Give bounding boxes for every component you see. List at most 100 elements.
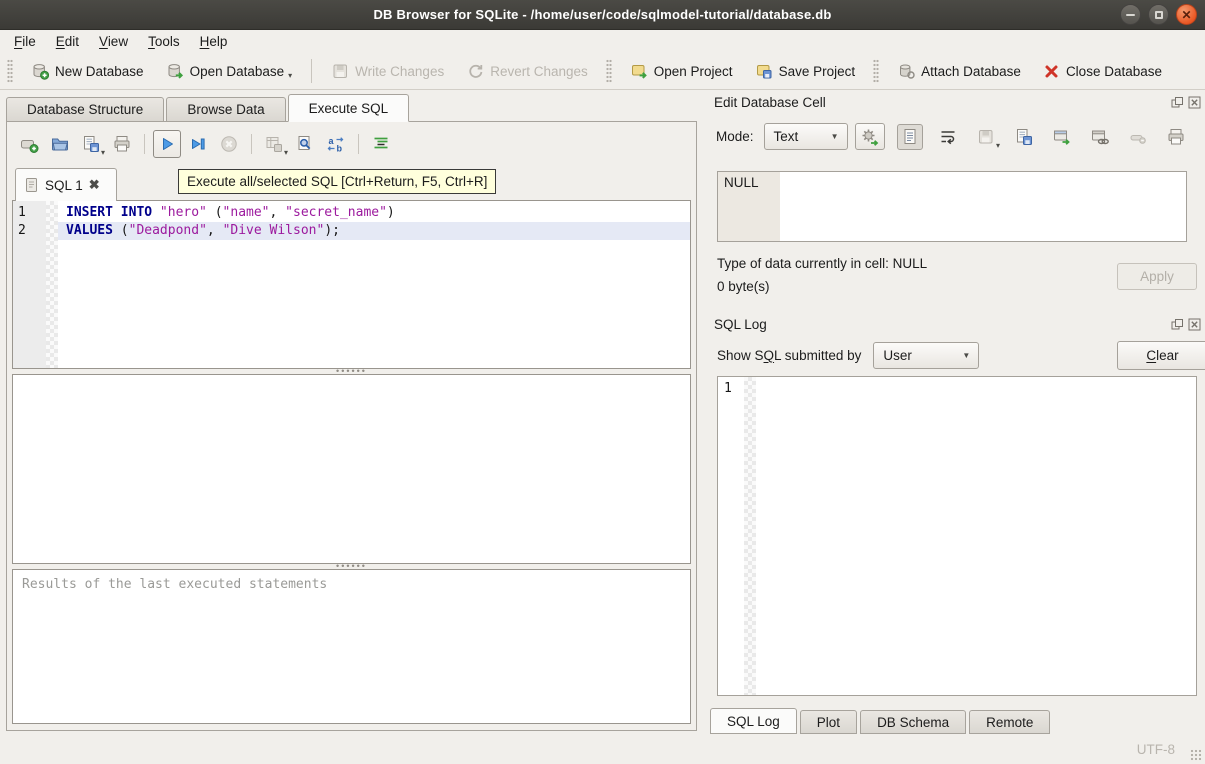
apply-auto-button[interactable] <box>855 123 885 150</box>
results-grid-pane <box>12 374 691 564</box>
print-sql-button[interactable] <box>108 130 136 158</box>
tab-browse-data[interactable]: Browse Data <box>166 97 285 122</box>
menubar: File Edit View Tools Help <box>0 30 1205 53</box>
toolbar-separator <box>311 59 312 83</box>
sql-tab-label: SQL 1 <box>45 178 83 193</box>
find-replace-button[interactable]: a b <box>322 130 350 158</box>
resize-grip-icon[interactable] <box>1190 749 1202 761</box>
tab-plot[interactable]: Plot <box>800 710 857 734</box>
filter-label: Show SQL submitted by <box>717 348 861 363</box>
export-data-button[interactable] <box>1011 124 1037 150</box>
write-changes-button[interactable]: Write Changes <box>324 58 451 84</box>
set-null-button[interactable] <box>1125 124 1151 150</box>
new-sql-tab-button[interactable] <box>15 130 43 158</box>
open-project-icon <box>630 62 648 80</box>
stop-button[interactable] <box>215 130 243 158</box>
new-database-label: New Database <box>55 64 144 79</box>
cell-size-info: 0 byte(s) <box>717 279 770 294</box>
save-sql-dropdown-icon[interactable]: ▾ <box>101 148 105 157</box>
open-external-icon <box>1052 127 1072 147</box>
sql-log-view[interactable]: 1 <box>717 376 1197 696</box>
find-button[interactable] <box>291 130 319 158</box>
float-icon[interactable] <box>1171 96 1184 109</box>
encoding-indicator[interactable]: UTF-8 <box>1137 742 1175 757</box>
results-placeholder: Results of the last executed statements <box>22 577 327 592</box>
mode-combobox[interactable]: Text ▼ <box>764 123 848 150</box>
word-wrap-button[interactable] <box>935 124 961 150</box>
copy-link-button[interactable] <box>1087 124 1113 150</box>
sql-document-icon <box>24 177 39 193</box>
open-external-button[interactable] <box>1049 124 1075 150</box>
apply-button[interactable]: Apply <box>1117 263 1197 290</box>
print-icon <box>112 134 132 154</box>
submitter-value: User <box>883 348 912 363</box>
submitter-combobox[interactable]: User ▼ <box>873 342 979 369</box>
dock-tab-bar: SQL Log Plot DB Schema Remote <box>710 708 1053 734</box>
sql-toolbar: ▾ <box>15 128 395 160</box>
save-results-button[interactable]: ▾ <box>260 130 288 158</box>
tab-database-structure[interactable]: Database Structure <box>6 97 164 122</box>
attach-database-button[interactable]: Attach Database <box>890 58 1028 84</box>
cell-editor-box[interactable]: NULL <box>717 171 1187 242</box>
clear-button[interactable]: Clear <box>1117 341 1205 370</box>
new-database-icon <box>31 62 49 80</box>
close-button[interactable]: ✕ <box>1176 4 1197 25</box>
import-data-icon <box>976 127 996 147</box>
close-database-button[interactable]: Close Database <box>1036 59 1169 84</box>
revert-changes-label: Revert Changes <box>490 64 588 79</box>
sql-editor[interactable]: 12 INSERT INTO "hero" ("name", "secret_n… <box>12 200 691 369</box>
save-sql-file-button[interactable]: ▾ <box>77 130 105 158</box>
save-sql-file-icon <box>81 134 101 154</box>
sql-toolbar-separator <box>358 134 359 154</box>
dock-close-icon[interactable] <box>1188 318 1201 331</box>
right-dock-area: Edit Database Cell Mode: Text ▼ <box>706 90 1205 736</box>
import-data-button[interactable]: ▾ <box>973 124 999 150</box>
copy-link-icon <box>1090 127 1110 147</box>
open-sql-file-button[interactable] <box>46 130 74 158</box>
new-database-button[interactable]: New Database <box>24 58 151 84</box>
execute-line-icon <box>188 134 208 154</box>
sql-toolbar-separator <box>251 134 252 154</box>
sql-log-filter-row: Show SQL submitted by User ▼ Clear <box>717 341 1197 370</box>
menu-view[interactable]: View <box>89 32 138 51</box>
maximize-button[interactable] <box>1148 4 1169 25</box>
set-null-icon <box>1128 127 1148 147</box>
print-cell-button[interactable] <box>1163 124 1189 150</box>
execute-line-button[interactable] <box>184 130 212 158</box>
menu-help[interactable]: Help <box>190 32 238 51</box>
attach-database-label: Attach Database <box>921 64 1021 79</box>
open-database-label: Open Database <box>190 64 285 79</box>
menu-tools[interactable]: Tools <box>138 32 190 51</box>
menu-edit[interactable]: Edit <box>46 32 89 51</box>
results-message-pane: Results of the last executed statements <box>12 569 691 724</box>
save-results-dropdown-icon[interactable]: ▾ <box>284 148 288 157</box>
open-sql-file-icon <box>50 134 70 154</box>
open-database-button[interactable]: Open Database ▾ <box>159 58 300 84</box>
tab-sql-log[interactable]: SQL Log <box>710 708 797 734</box>
open-database-dropdown-icon[interactable]: ▾ <box>288 71 292 80</box>
sql-document-tab[interactable]: SQL 1 ✖ <box>15 168 117 201</box>
sql-tab-close-icon[interactable]: ✖ <box>89 177 100 193</box>
open-project-label: Open Project <box>654 64 733 79</box>
minimize-button[interactable] <box>1120 4 1141 25</box>
sql-editor-gutter: 12 <box>13 201 46 368</box>
open-project-button[interactable]: Open Project <box>623 58 740 84</box>
dock-close-icon[interactable] <box>1188 96 1201 109</box>
float-icon[interactable] <box>1171 318 1184 331</box>
format-sql-button[interactable] <box>367 130 395 158</box>
cell-editor-icons: ▾ <box>897 124 1197 150</box>
toolbar-grip <box>606 59 612 83</box>
menu-file[interactable]: File <box>4 32 46 51</box>
titlebar: DB Browser for SQLite - /home/user/code/… <box>0 0 1205 30</box>
sql-editor-lines[interactable]: INSERT INTO "hero" ("name", "secret_name… <box>58 201 690 368</box>
format-sql-icon <box>371 134 391 154</box>
tab-execute-sql[interactable]: Execute SQL <box>288 94 410 122</box>
revert-changes-button[interactable]: Revert Changes <box>459 58 595 84</box>
chevron-down-icon: ▼ <box>954 351 978 360</box>
text-mode-button[interactable] <box>897 124 923 150</box>
tab-remote[interactable]: Remote <box>969 710 1050 734</box>
svg-text:a: a <box>329 136 335 146</box>
execute-all-button[interactable] <box>153 130 181 158</box>
save-project-button[interactable]: Save Project <box>748 58 863 84</box>
tab-db-schema[interactable]: DB Schema <box>860 710 966 734</box>
